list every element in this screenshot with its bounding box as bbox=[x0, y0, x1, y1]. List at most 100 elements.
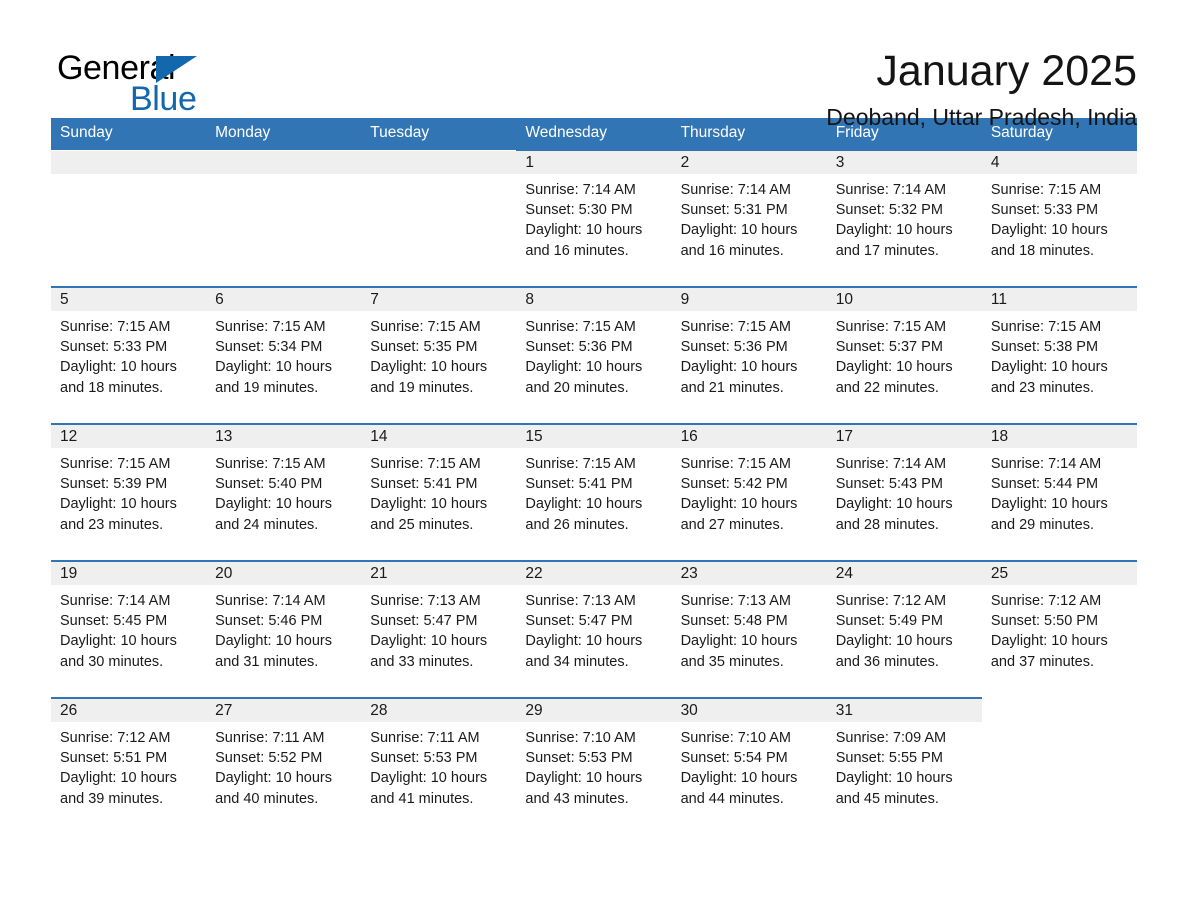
page-header: General Blue January 2025 Deoband, Uttar… bbox=[51, 0, 1137, 130]
sunrise-text: Sunrise: 7:12 AM bbox=[60, 730, 171, 746]
sunrise-text: Sunrise: 7:15 AM bbox=[60, 319, 171, 335]
calendar-day-cell[interactable]: 27 Sunrise: 7:11 AM Sunset: 5:52 PM Dayligh… bbox=[206, 697, 362, 834]
day-details: Sunrise: 7:11 AM Sunset: 5:53 PM Daylight:… bbox=[361, 722, 516, 809]
daylight-text-line1: Daylight: 10 hours bbox=[835, 496, 953, 513]
day-number: 2 bbox=[671, 151, 827, 174]
calendar-day-cell[interactable]: 22 Sunrise: 7:13 AM Sunset: 5:47 PM Dayligh… bbox=[516, 560, 672, 698]
calendar-day-cell[interactable]: 24 Sunrise: 7:12 AM Sunset: 5:49 PM Dayligh… bbox=[826, 560, 982, 698]
calendar-day-cell[interactable]: 17 Sunrise: 7:14 AM Sunset: 5:43 PM Dayligh… bbox=[826, 423, 982, 561]
day-number: 11 bbox=[981, 288, 1137, 311]
calendar-day-cell[interactable]: 15 Sunrise: 7:15 AM Sunset: 5:41 PM Dayligh… bbox=[516, 423, 672, 561]
sunset-text: Sunset: 5:48 PM bbox=[680, 613, 788, 630]
calendar-day-cell[interactable]: 12 Sunrise: 7:15 AM Sunset: 5:39 PM Dayligh… bbox=[51, 423, 207, 561]
calendar-day-cell[interactable]: 30 Sunrise: 7:10 AM Sunset: 5:54 PM Dayligh… bbox=[671, 697, 827, 834]
calendar-day-cell[interactable]: 5 Sunrise: 7:15 AM Sunset: 5:33 PM Daylight… bbox=[51, 286, 207, 424]
daylight-text-line2: and 19 minutes. bbox=[215, 379, 319, 396]
sunrise-text: Sunrise: 7:15 AM bbox=[370, 319, 481, 335]
sunrise-text: Sunrise: 7:15 AM bbox=[680, 319, 791, 335]
sunset-text: Sunset: 5:53 PM bbox=[370, 750, 478, 767]
calendar-day-cell[interactable]: 2 Sunrise: 7:14 AM Sunset: 5:31 PM Daylight… bbox=[671, 149, 827, 287]
calendar-day-cell[interactable]: 10 Sunrise: 7:15 AM Sunset: 5:37 PM Dayligh… bbox=[826, 286, 982, 424]
day-details: Sunrise: 7:11 AM Sunset: 5:52 PM Daylight:… bbox=[206, 722, 361, 809]
sunset-text: Sunset: 5:49 PM bbox=[835, 613, 943, 630]
sunrise-text: Sunrise: 7:09 AM bbox=[835, 730, 947, 746]
daylight-text-line2: and 30 minutes. bbox=[60, 653, 164, 670]
sunset-text: Sunset: 5:41 PM bbox=[370, 476, 478, 493]
calendar-day-cell[interactable]: 13 Sunrise: 7:15 AM Sunset: 5:40 PM Dayligh… bbox=[206, 423, 362, 561]
calendar-cell-empty bbox=[206, 150, 362, 287]
calendar-day-cell[interactable]: 7 Sunrise: 7:15 AM Sunset: 5:35 PM Daylight… bbox=[361, 286, 517, 424]
sunrise-text: Sunrise: 7:13 AM bbox=[680, 593, 791, 609]
sunrise-text: Sunrise: 7:14 AM bbox=[680, 182, 791, 198]
calendar-day-cell[interactable]: 28 Sunrise: 7:11 AM Sunset: 5:53 PM Dayligh… bbox=[361, 697, 517, 834]
sunset-text: Sunset: 5:54 PM bbox=[680, 750, 788, 767]
day-details: Sunrise: 7:15 AM Sunset: 5:34 PM Daylight:… bbox=[206, 311, 361, 398]
day-details: Sunrise: 7:15 AM Sunset: 5:36 PM Daylight:… bbox=[672, 311, 827, 398]
calendar-day-cell[interactable]: 21 Sunrise: 7:13 AM Sunset: 5:47 PM Dayligh… bbox=[361, 560, 517, 698]
weekday-header-wednesday: Wednesday bbox=[516, 118, 672, 150]
calendar-day-cell[interactable]: 6 Sunrise: 7:15 AM Sunset: 5:34 PM Daylight… bbox=[206, 286, 362, 424]
calendar-day-cell[interactable]: 11 Sunrise: 7:15 AM Sunset: 5:38 PM Dayligh… bbox=[981, 286, 1137, 424]
daylight-text-line1: Daylight: 10 hours bbox=[680, 770, 798, 787]
sunset-text: Sunset: 5:38 PM bbox=[990, 339, 1099, 356]
day-number: 14 bbox=[361, 425, 517, 448]
calendar-day-cell[interactable]: 3 Sunrise: 7:14 AM Sunset: 5:32 PM Daylight… bbox=[826, 149, 982, 287]
sunrise-text: Sunrise: 7:14 AM bbox=[525, 182, 636, 198]
calendar-day-cell[interactable]: 1 Sunrise: 7:14 AM Sunset: 5:30 PM Daylight… bbox=[516, 149, 672, 287]
day-number: 17 bbox=[826, 425, 982, 448]
logo-triangle-icon bbox=[156, 56, 197, 83]
daylight-text-line2: and 22 minutes. bbox=[835, 379, 939, 396]
day-details: Sunrise: 7:12 AM Sunset: 5:49 PM Daylight:… bbox=[827, 585, 982, 672]
day-number: 6 bbox=[206, 288, 362, 311]
calendar-week-row: 5 Sunrise: 7:15 AM Sunset: 5:33 PM Daylight… bbox=[51, 286, 1137, 424]
daylight-text-line2: and 21 minutes. bbox=[680, 379, 784, 396]
sunset-text: Sunset: 5:42 PM bbox=[680, 476, 788, 493]
day-number: 3 bbox=[826, 151, 982, 174]
sunrise-text: Sunrise: 7:15 AM bbox=[60, 456, 171, 472]
day-number: 8 bbox=[516, 288, 672, 311]
calendar-day-cell[interactable]: 4 Sunrise: 7:15 AM Sunset: 5:33 PM Daylight… bbox=[981, 149, 1137, 287]
sunrise-text: Sunrise: 7:15 AM bbox=[370, 456, 481, 472]
daylight-text-line2: and 25 minutes. bbox=[370, 516, 474, 533]
daylight-text-line2: and 33 minutes. bbox=[370, 653, 474, 670]
calendar-day-cell[interactable]: 9 Sunrise: 7:15 AM Sunset: 5:36 PM Daylight… bbox=[671, 286, 827, 424]
title-block: January 2025 Deoband, Uttar Pradesh, Ind… bbox=[826, 44, 1137, 132]
daylight-text-line1: Daylight: 10 hours bbox=[525, 222, 643, 239]
weekday-header-thursday: Thursday bbox=[671, 118, 827, 150]
day-number: 13 bbox=[206, 425, 362, 448]
daylight-text-line2: and 18 minutes. bbox=[60, 379, 164, 396]
calendar-day-cell[interactable]: 16 Sunrise: 7:15 AM Sunset: 5:42 PM Dayligh… bbox=[671, 423, 827, 561]
day-number: 25 bbox=[981, 562, 1137, 585]
day-details: Sunrise: 7:15 AM Sunset: 5:33 PM Daylight:… bbox=[982, 174, 1137, 261]
day-number: 9 bbox=[671, 288, 827, 311]
day-number: 21 bbox=[361, 562, 517, 585]
day-details: Sunrise: 7:15 AM Sunset: 5:38 PM Daylight:… bbox=[982, 311, 1137, 398]
sunrise-text: Sunrise: 7:15 AM bbox=[215, 319, 326, 335]
calendar-day-cell[interactable]: 18 Sunrise: 7:14 AM Sunset: 5:44 PM Dayligh… bbox=[981, 423, 1137, 561]
calendar-day-cell[interactable]: 8 Sunrise: 7:15 AM Sunset: 5:36 PM Daylight… bbox=[516, 286, 672, 424]
day-details: Sunrise: 7:15 AM Sunset: 5:35 PM Daylight:… bbox=[361, 311, 516, 398]
calendar-day-cell[interactable]: 20 Sunrise: 7:14 AM Sunset: 5:46 PM Dayligh… bbox=[206, 560, 362, 698]
generalblue-logo[interactable]: General Blue bbox=[51, 44, 281, 120]
calendar-day-cell[interactable]: 23 Sunrise: 7:13 AM Sunset: 5:48 PM Dayligh… bbox=[671, 560, 827, 698]
calendar-day-cell[interactable]: 31 Sunrise: 7:09 AM Sunset: 5:55 PM Dayligh… bbox=[826, 697, 982, 834]
calendar-day-cell[interactable]: 19 Sunrise: 7:14 AM Sunset: 5:45 PM Dayligh… bbox=[51, 560, 207, 698]
daylight-text-line2: and 16 minutes. bbox=[680, 242, 784, 259]
calendar-day-cell[interactable]: 29 Sunrise: 7:10 AM Sunset: 5:53 PM Dayligh… bbox=[516, 697, 672, 834]
calendar-cell-empty bbox=[361, 150, 517, 287]
calendar-day-cell[interactable]: 26 Sunrise: 7:12 AM Sunset: 5:51 PM Dayligh… bbox=[51, 697, 207, 834]
calendar-week-row: 1 Sunrise: 7:14 AM Sunset: 5:30 PM Daylight… bbox=[51, 149, 1137, 287]
daylight-text-line1: Daylight: 10 hours bbox=[370, 633, 488, 650]
weekday-header-sunday: Sunday bbox=[51, 118, 207, 150]
daylight-text-line1: Daylight: 10 hours bbox=[525, 633, 643, 650]
sunrise-text: Sunrise: 7:15 AM bbox=[680, 456, 791, 472]
day-number: 20 bbox=[206, 562, 362, 585]
day-number: 10 bbox=[826, 288, 982, 311]
day-number: 30 bbox=[671, 699, 827, 722]
day-details: Sunrise: 7:15 AM Sunset: 5:33 PM Daylight:… bbox=[51, 311, 206, 398]
day-details: Sunrise: 7:15 AM Sunset: 5:41 PM Daylight:… bbox=[361, 448, 516, 535]
calendar-day-cell[interactable]: 25 Sunrise: 7:12 AM Sunset: 5:50 PM Dayligh… bbox=[981, 560, 1137, 698]
calendar-day-cell[interactable]: 14 Sunrise: 7:15 AM Sunset: 5:41 PM Dayligh… bbox=[361, 423, 517, 561]
day-number: 18 bbox=[981, 425, 1137, 448]
daylight-text-line2: and 34 minutes. bbox=[525, 653, 629, 670]
